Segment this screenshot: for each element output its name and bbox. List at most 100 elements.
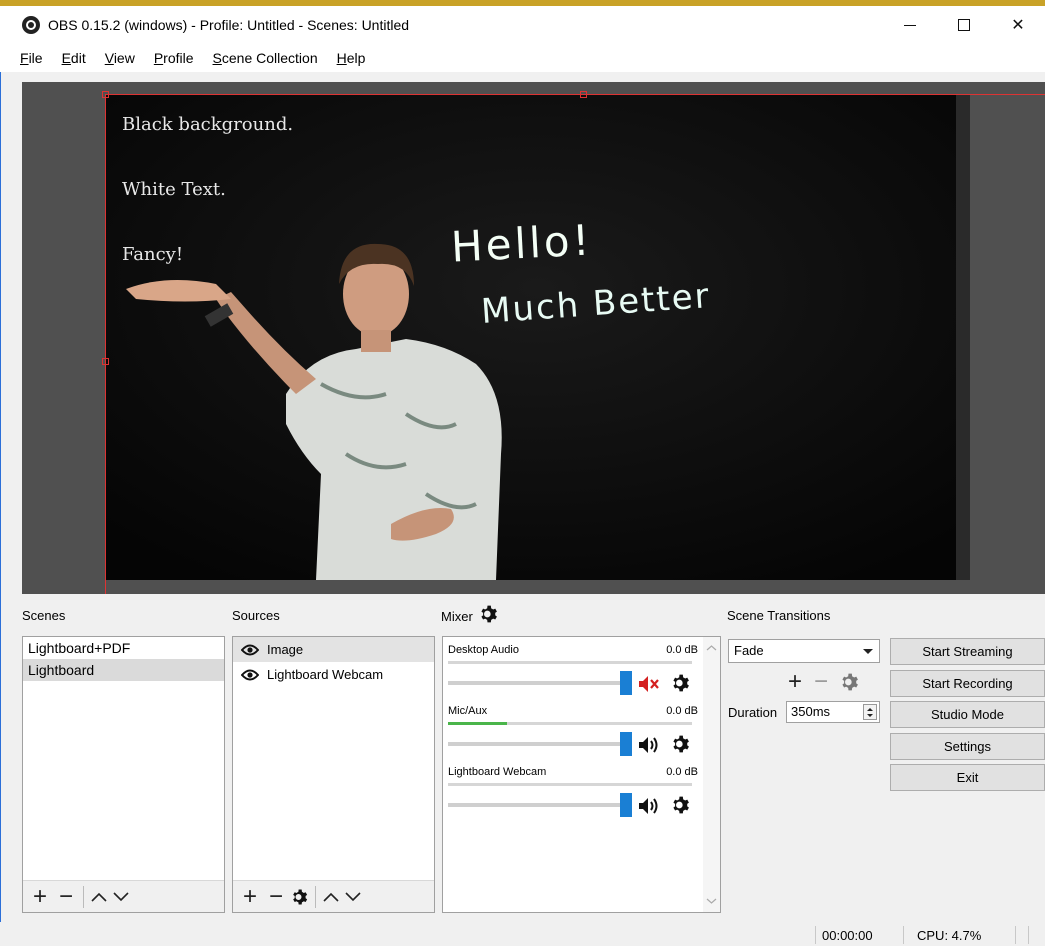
volume-meter: [448, 661, 692, 664]
remove-transition-button[interactable]: −: [808, 670, 834, 694]
scenes-toolbar: + −: [23, 880, 224, 912]
channel-db: 0.0 dB: [666, 705, 698, 717]
volume-meter-fill: [448, 722, 507, 725]
menu-view[interactable]: View: [105, 50, 135, 66]
volume-meter: [448, 722, 692, 725]
visibility-eye-icon[interactable]: [241, 669, 259, 681]
add-transition-button[interactable]: +: [782, 670, 808, 694]
move-source-down-button[interactable]: [342, 886, 364, 908]
channel-db: 0.0 dB: [666, 766, 698, 778]
chevron-down-icon: [345, 891, 361, 901]
volume-meter: [448, 783, 692, 786]
move-scene-up-button[interactable]: [88, 886, 110, 908]
gear-icon[interactable]: [671, 673, 691, 693]
transition-gear-icon[interactable]: [840, 672, 860, 692]
gear-icon[interactable]: [671, 734, 691, 754]
scroll-down-icon[interactable]: [703, 894, 720, 908]
mixer-gear-icon[interactable]: [479, 604, 499, 624]
handwritten-hello: Hello!: [449, 215, 594, 272]
minimize-button[interactable]: [883, 6, 937, 44]
add-scene-button[interactable]: +: [27, 884, 53, 909]
duration-value: 350ms: [791, 704, 831, 719]
add-source-button[interactable]: +: [237, 884, 263, 909]
preview-canvas[interactable]: Black background. White Text. Fancy! Hel…: [22, 82, 1045, 594]
source-name: Image: [267, 642, 304, 657]
resize-handle[interactable]: [102, 358, 109, 365]
chevron-down-icon: [113, 891, 129, 901]
resize-handle[interactable]: [580, 91, 587, 98]
source-item[interactable]: Image: [233, 637, 434, 662]
volume-slider-track[interactable]: [448, 742, 624, 746]
status-separator: [815, 926, 816, 944]
transition-select-value: Fade: [734, 643, 764, 658]
overlay-text-line: Fancy!: [122, 244, 184, 265]
presenter-figure: [106, 94, 970, 580]
visibility-eye-icon[interactable]: [241, 644, 259, 656]
duration-spinbox[interactable]: 350ms: [786, 701, 880, 723]
title-bar: OBS 0.15.2 (windows) - Profile: Untitled…: [0, 6, 1045, 44]
minimize-icon: [904, 24, 916, 26]
remove-source-button[interactable]: −: [263, 884, 289, 909]
channel-name: Desktop Audio: [448, 644, 519, 656]
gear-icon[interactable]: [671, 795, 691, 815]
transition-toolbar: + −: [782, 670, 860, 694]
status-bar: 00:00:00 CPU: 4.7%: [0, 922, 1045, 946]
menu-profile[interactable]: Profile: [154, 50, 194, 66]
spin-buttons[interactable]: [863, 704, 877, 720]
remove-scene-button[interactable]: −: [53, 884, 79, 909]
speaker-icon[interactable]: [638, 796, 660, 816]
resize-handle[interactable]: [102, 91, 109, 98]
cpu-usage: CPU: 4.7%: [917, 928, 982, 943]
toolbar-separator: [315, 885, 316, 908]
menu-edit[interactable]: Edit: [62, 50, 86, 66]
speaker-icon[interactable]: [638, 735, 660, 755]
volume-slider-track[interactable]: [448, 681, 624, 685]
window-title: OBS 0.15.2 (windows) - Profile: Untitled…: [48, 17, 410, 33]
menu-file[interactable]: File: [20, 50, 43, 66]
close-button[interactable]: ✕: [991, 6, 1045, 44]
source-item[interactable]: Lightboard Webcam: [233, 662, 434, 687]
menu-scene-collection[interactable]: Scene Collection: [213, 50, 318, 66]
source-name: Lightboard Webcam: [267, 667, 384, 682]
settings-button[interactable]: Settings: [890, 733, 1045, 760]
overlay-text-line: White Text.: [122, 179, 226, 200]
scene-item[interactable]: Lightboard: [23, 659, 224, 681]
menu-help[interactable]: Help: [337, 50, 366, 66]
close-icon: ✕: [1011, 17, 1025, 34]
volume-slider-track[interactable]: [448, 803, 624, 807]
start-streaming-button[interactable]: Start Streaming: [890, 638, 1045, 665]
mixer-scrollbar[interactable]: [703, 637, 720, 912]
start-recording-button[interactable]: Start Recording: [890, 670, 1045, 697]
menu-bar: File Edit View Profile Scene Collection …: [0, 44, 1045, 72]
scene-item[interactable]: Lightboard+PDF: [23, 637, 224, 659]
maximize-button[interactable]: [937, 6, 991, 44]
sources-label: Sources: [232, 608, 280, 623]
volume-slider-handle[interactable]: [620, 793, 632, 817]
exit-button[interactable]: Exit: [890, 764, 1045, 791]
transition-select[interactable]: Fade: [728, 639, 880, 663]
status-separator: [1028, 926, 1029, 944]
window-border: [0, 44, 1, 946]
source-properties-button[interactable]: [289, 886, 311, 908]
audio-mixer: Desktop Audio 0.0 dB Mic/Aux 0.0 dB Ligh…: [442, 636, 721, 913]
mixer-label: Mixer: [441, 608, 473, 624]
mixer-label-group: Mixer: [441, 605, 499, 624]
volume-slider-handle[interactable]: [620, 671, 632, 695]
volume-slider-handle[interactable]: [620, 732, 632, 756]
channel-name: Mic/Aux: [448, 705, 488, 717]
scene-transitions-label: Scene Transitions: [727, 608, 831, 623]
scroll-up-icon[interactable]: [703, 641, 720, 655]
scenes-list[interactable]: Lightboard+PDF Lightboard + −: [22, 636, 225, 913]
scenes-label: Scenes: [22, 608, 66, 623]
move-source-up-button[interactable]: [320, 886, 342, 908]
studio-mode-button[interactable]: Studio Mode: [890, 701, 1045, 728]
move-scene-down-button[interactable]: [110, 886, 132, 908]
chevron-up-icon: [323, 892, 339, 902]
stream-time: 00:00:00: [822, 928, 873, 943]
muted-speaker-icon[interactable]: [638, 674, 660, 694]
toolbar-separator: [83, 885, 84, 908]
channel-db: 0.0 dB: [666, 644, 698, 656]
maximize-icon: [958, 19, 970, 31]
obs-logo-icon: [22, 16, 40, 34]
sources-list[interactable]: Image Lightboard Webcam + −: [232, 636, 435, 913]
